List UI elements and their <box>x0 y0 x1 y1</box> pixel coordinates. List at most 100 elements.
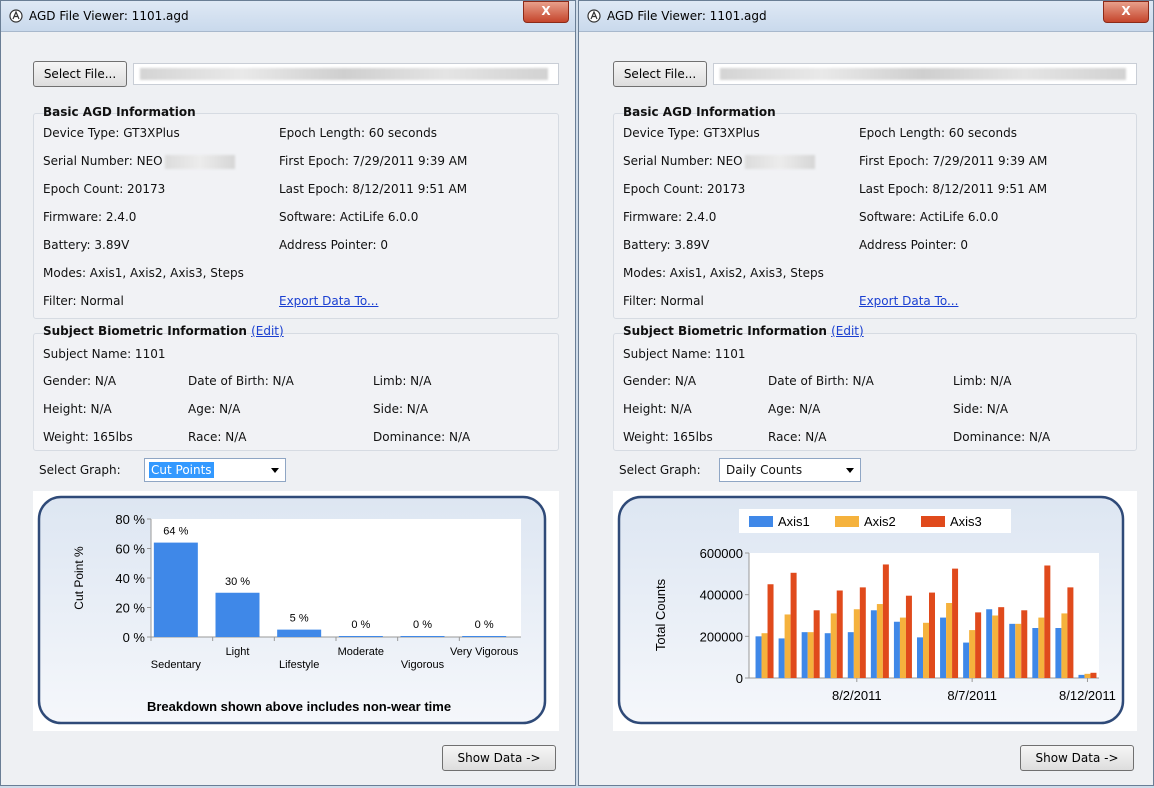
software-label: Software: ActiLife 6.0.0 <box>279 210 419 224</box>
y-tick-label: 80 % <box>115 512 145 527</box>
bar-axis2 <box>1015 623 1022 678</box>
battery-label: Battery: 3.89V <box>43 238 130 252</box>
bar-axis3 <box>813 610 820 678</box>
select-graph-dropdown[interactable]: Cut Points <box>144 458 286 482</box>
show-data-button[interactable]: Show Data -> <box>442 745 556 771</box>
export-data-link[interactable]: Export Data To... <box>859 294 958 308</box>
bar-axis3 <box>1090 672 1097 678</box>
height-label: Height: N/A <box>43 402 112 416</box>
firmware-label: Firmware: 2.4.0 <box>623 210 717 224</box>
device-type-label: Device Type: GT3XPlus <box>623 126 760 140</box>
bar-lifestyle <box>277 629 322 637</box>
y-tick-label: 40 % <box>115 571 145 586</box>
bar-light <box>215 592 260 637</box>
legend-swatch <box>749 516 773 527</box>
file-path-field[interactable] <box>713 63 1137 85</box>
limb-label: Limb: N/A <box>373 374 432 388</box>
export-data-link[interactable]: Export Data To... <box>279 294 378 308</box>
y-tick-label: 0 % <box>123 630 146 645</box>
height-label: Height: N/A <box>623 402 692 416</box>
x-tick-label: Moderate <box>338 646 384 658</box>
chevron-down-icon <box>846 468 854 473</box>
serial-number-label: Serial Number: NEO <box>623 154 743 168</box>
plot-area <box>151 519 521 637</box>
first-epoch-label: First Epoch: 7/29/2011 9:39 AM <box>859 154 1048 168</box>
edit-biometric-link[interactable]: (Edit) <box>251 324 284 338</box>
y-axis-title: Cut Point % <box>72 546 86 610</box>
bar-axis3 <box>929 592 935 678</box>
chevron-down-icon <box>271 468 279 473</box>
filter-label: Filter: Normal <box>43 294 124 308</box>
x-tick-label: 8/7/2011 <box>947 688 997 703</box>
epoch-length-label: Epoch Length: 60 seconds <box>279 126 437 140</box>
serial-number-row: Serial Number: NEO <box>43 154 235 169</box>
bar-axis2 <box>1038 617 1045 678</box>
epoch-count-label: Epoch Count: 20173 <box>43 182 166 196</box>
x-tick-label: Very Vigorous <box>450 646 519 658</box>
bar-axis3 <box>1067 587 1074 678</box>
data-label: 64 % <box>163 526 188 538</box>
modes-label: Modes: Axis1, Axis2, Axis3, Steps <box>43 266 244 280</box>
bar-axis1 <box>1055 628 1062 678</box>
bar-axis3 <box>998 607 1005 678</box>
legend-label: Axis1 <box>778 514 810 529</box>
data-label: 0 % <box>413 619 432 631</box>
edit-biometric-link[interactable]: (Edit) <box>831 324 864 338</box>
y-tick-label: 200000 <box>700 629 743 644</box>
subject-name-label: Subject Name: 1101 <box>623 347 746 361</box>
bar-axis1 <box>847 632 854 678</box>
bar-axis2 <box>1084 673 1091 678</box>
select-file-button[interactable]: Select File... <box>33 61 127 87</box>
graph-panel: 0 % 20 % 40 % 60 % 80 % 64 % Sedentary 30 % Ligh… <box>33 491 559 731</box>
bar-axis2 <box>992 615 999 678</box>
bar-axis1 <box>870 610 877 678</box>
title-bar: AGD File Viewer: 1101.agd X <box>579 1 1153 32</box>
last-epoch-label: Last Epoch: 8/12/2011 9:51 AM <box>279 182 468 196</box>
x-tick-label: Sedentary <box>151 659 202 671</box>
select-graph-dropdown[interactable]: Daily Counts <box>719 458 861 482</box>
weight-label: Weight: 165lbs <box>43 430 133 444</box>
biometric-heading-row: Subject Biometric Information (Edit) <box>623 324 864 338</box>
race-label: Race: N/A <box>188 430 247 444</box>
agd-viewer-window-left: AGD File Viewer: 1101.agd X Select File.… <box>0 0 576 786</box>
bar-axis1 <box>940 617 947 678</box>
bar-axis1 <box>1078 674 1085 678</box>
select-graph-value: Cut Points <box>149 462 214 478</box>
show-data-button[interactable]: Show Data -> <box>1020 745 1134 771</box>
age-label: Age: N/A <box>188 402 241 416</box>
legend-swatch <box>835 516 859 527</box>
file-path-field[interactable] <box>133 63 559 85</box>
close-button[interactable]: X <box>523 1 569 23</box>
bar-axis3 <box>859 587 866 678</box>
biometric-heading-row: Subject Biometric Information (Edit) <box>43 324 284 338</box>
device-type-label: Device Type: GT3XPlus <box>43 126 180 140</box>
bar-axis2 <box>807 632 814 678</box>
x-tick-label: Lifestyle <box>279 659 319 671</box>
bar-axis1 <box>824 633 831 678</box>
graph-panel: 0 200000 400000 600000 8/2/2011 8/7/2011 8/12/… <box>613 491 1137 731</box>
select-graph-label: Select Graph: <box>619 463 701 477</box>
bar-axis2 <box>969 630 976 678</box>
battery-label: Battery: 3.89V <box>623 238 710 252</box>
x-tick-label: 8/12/2011 <box>1059 688 1116 703</box>
epoch-count-label: Epoch Count: 20173 <box>623 182 746 196</box>
serial-number-masked <box>744 154 815 169</box>
bar-axis3 <box>767 584 774 678</box>
bar-axis2 <box>761 633 768 678</box>
x-tick-label: Vigorous <box>401 659 445 671</box>
data-label: 5 % <box>290 613 309 625</box>
bar-axis1 <box>801 632 808 678</box>
subject-name-label: Subject Name: 1101 <box>43 347 166 361</box>
side-label: Side: N/A <box>373 402 429 416</box>
serial-number-masked <box>164 154 235 169</box>
data-label: 0 % <box>351 619 370 631</box>
cut-points-chart: 0 % 20 % 40 % 60 % 80 % 64 % Sedentary 30 % Ligh… <box>37 495 547 725</box>
close-button[interactable]: X <box>1103 1 1149 23</box>
bar-moderate <box>338 636 383 637</box>
chart-footnote: Breakdown shown above includes non-wear … <box>147 699 451 714</box>
bar-axis2 <box>899 617 906 678</box>
firmware-label: Firmware: 2.4.0 <box>43 210 137 224</box>
bar-axis3 <box>1021 610 1028 678</box>
select-file-button[interactable]: Select File... <box>613 61 707 87</box>
y-tick-label: 20 % <box>115 601 145 616</box>
